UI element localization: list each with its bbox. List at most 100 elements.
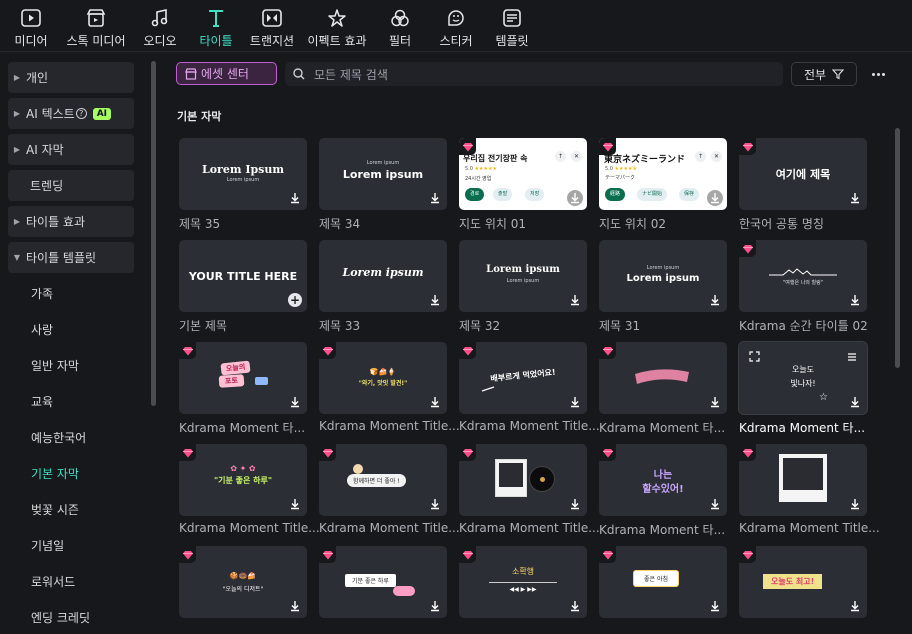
toolbar-titles[interactable]: 타이틀 <box>194 0 238 52</box>
thumb-text: "여행은 나의 힐링" <box>783 280 823 286</box>
card-thumbnail: YOUR TITLE HERE + <box>179 240 307 312</box>
caret-right-icon: ▶ <box>13 217 21 226</box>
add-icon[interactable]: + <box>288 293 302 307</box>
rating-stars-icon: ★★★★★ <box>614 166 637 172</box>
filter-dropdown[interactable]: 전부 <box>791 62 857 86</box>
card-thumbnail: 함께하면 더 좋아 ! <box>319 444 447 516</box>
map-rating: 5.0 <box>465 166 473 172</box>
toolbar-effects[interactable]: 이펙트 효과 <box>304 0 370 52</box>
download-icon[interactable] <box>287 496 303 512</box>
sidebar-item-basic-subtitles[interactable]: 기본 자막 <box>8 458 134 489</box>
download-icon[interactable] <box>287 598 303 614</box>
more-options-button[interactable] <box>867 62 889 86</box>
polaroid-frame-icon <box>495 459 527 497</box>
card-thumbnail: 기분 좋은 하루 <box>319 546 447 618</box>
sidebar-item-title-templates[interactable]: ▼ 타이틀 템플릿 <box>8 242 134 273</box>
sidebar-item-anniversary[interactable]: 기념일 <box>8 530 134 561</box>
search-input[interactable]: 모든 제목 검색 <box>285 62 783 86</box>
sidebar-item-label: 개인 <box>26 71 49 85</box>
premium-gem-icon <box>319 444 336 461</box>
download-icon[interactable] <box>567 190 583 206</box>
toolbar-effects-label: 이펙트 효과 <box>307 34 367 48</box>
caret-right-icon: ▶ <box>13 145 21 154</box>
asset-center-button[interactable]: 에셋 센터 <box>176 62 277 85</box>
sidebar-item-lower-thirds[interactable]: 로워서드 <box>8 566 134 597</box>
flower-sticker-icon: ✿ ✦ ✿ <box>230 464 256 473</box>
premium-gem-icon <box>459 138 476 155</box>
caret-right-icon: ▶ <box>13 73 21 82</box>
sidebar-item-love[interactable]: 사랑 <box>8 314 134 345</box>
sidebar-item-family[interactable]: 가족 <box>8 278 134 309</box>
map-rating-row: 5.0 ★★★★★ <box>465 166 497 172</box>
download-icon[interactable] <box>287 394 303 410</box>
map-category: テーマパーク <box>605 175 636 181</box>
toolbar-stickers[interactable]: 스티커 <box>432 0 480 52</box>
sidebar-item-ai-text[interactable]: ▶ AI 텍스트 ? AI <box>8 98 134 129</box>
download-icon[interactable] <box>427 292 443 308</box>
thumb-text: 좋은 아침 <box>633 570 679 587</box>
download-icon[interactable] <box>847 292 863 308</box>
download-icon[interactable] <box>847 598 863 614</box>
filter-label: 전부 <box>803 67 827 82</box>
toolbar-transitions[interactable]: 트랜지션 <box>246 0 298 52</box>
card-thumbnail: Lorem ipsum Lorem ipsum <box>459 240 587 312</box>
sidebar-item-variety-korean[interactable]: 예능한국어 <box>8 422 134 453</box>
download-icon[interactable] <box>707 394 723 410</box>
sidebar-scrollbar[interactable] <box>151 61 156 406</box>
sidebar-item-trending[interactable]: 트렌딩 <box>8 170 134 201</box>
map-route-chip: 経路 <box>605 188 626 201</box>
fullscreen-icon[interactable] <box>749 351 760 365</box>
card-title: Kdrama Moment 타... <box>179 421 306 435</box>
help-icon[interactable]: ? <box>75 108 87 119</box>
download-icon[interactable] <box>707 292 723 308</box>
store-icon <box>185 67 197 80</box>
thumb-text: 소확행 <box>511 567 535 576</box>
download-icon[interactable] <box>847 190 863 206</box>
toolbar-templates[interactable]: 템플릿 <box>490 0 534 52</box>
sidebar-item-cherry-blossom[interactable]: 벚꽃 시즌 <box>8 494 134 525</box>
sidebar-item-education[interactable]: 교육 <box>8 386 134 417</box>
more-dot-icon <box>876 72 880 76</box>
download-icon[interactable] <box>427 496 443 512</box>
thumb-subtext: Lorem ipsum <box>366 160 400 166</box>
toolbar-stock-media[interactable]: 스톡 미디어 <box>62 0 130 52</box>
sidebar-item-ai-subtitles[interactable]: ▶ AI 자막 <box>8 134 134 165</box>
download-icon[interactable] <box>567 496 583 512</box>
download-icon[interactable] <box>847 496 863 512</box>
download-icon[interactable] <box>427 598 443 614</box>
transitions-icon <box>261 7 283 29</box>
thumb-subtext: Lorem ipsum <box>506 278 540 284</box>
audio-icon <box>149 7 171 29</box>
pink-sticker-icon <box>393 586 415 596</box>
content-scrollbar[interactable] <box>895 128 900 368</box>
thumb-text: Lorem Ipsum <box>201 163 284 176</box>
sidebar-item-label: 교육 <box>31 395 54 409</box>
download-icon[interactable] <box>567 292 583 308</box>
media-icon <box>20 7 42 29</box>
food-sticker-icon: 🍞🍰🍦 <box>369 368 397 376</box>
toolbar-filters[interactable]: 필터 <box>380 0 420 52</box>
download-icon[interactable] <box>707 190 723 206</box>
sidebar-item-general-subtitles[interactable]: 일반 자막 <box>8 350 134 381</box>
download-icon[interactable] <box>707 496 723 512</box>
sidebar-item-title-effects[interactable]: ▶ 타이틀 효과 <box>8 206 134 237</box>
menu-icon[interactable] <box>847 351 857 365</box>
toolbar-media[interactable]: 미디어 <box>8 0 54 52</box>
card-title: 한국어 공통 명칭 <box>739 217 824 231</box>
download-icon[interactable] <box>707 598 723 614</box>
thumb-text: 배부르게 먹었어요! <box>490 367 556 384</box>
camera-sticker-icon <box>255 377 268 385</box>
sidebar-item-end-credits[interactable]: 엔딩 크레딧 <box>8 602 134 633</box>
download-icon[interactable] <box>847 394 863 410</box>
card-thumbnail: 東京ネズミーランド 5.0 ★★★★★ テーマパーク 経路 ナビ開始 保存 ↑ … <box>599 138 727 210</box>
sidebar-item-personal[interactable]: ▶ 개인 <box>8 62 134 93</box>
download-icon[interactable] <box>287 190 303 206</box>
toolbar-audio[interactable]: 오디오 <box>138 0 182 52</box>
thumb-text: YOUR TITLE HERE <box>188 270 298 283</box>
download-icon[interactable] <box>427 190 443 206</box>
dessert-sticker-icon: 🍪🍩🍰 <box>229 572 257 580</box>
download-icon[interactable] <box>427 394 443 410</box>
sidebar-item-label: 기본 자막 <box>31 467 79 481</box>
download-icon[interactable] <box>567 394 583 410</box>
download-icon[interactable] <box>567 598 583 614</box>
